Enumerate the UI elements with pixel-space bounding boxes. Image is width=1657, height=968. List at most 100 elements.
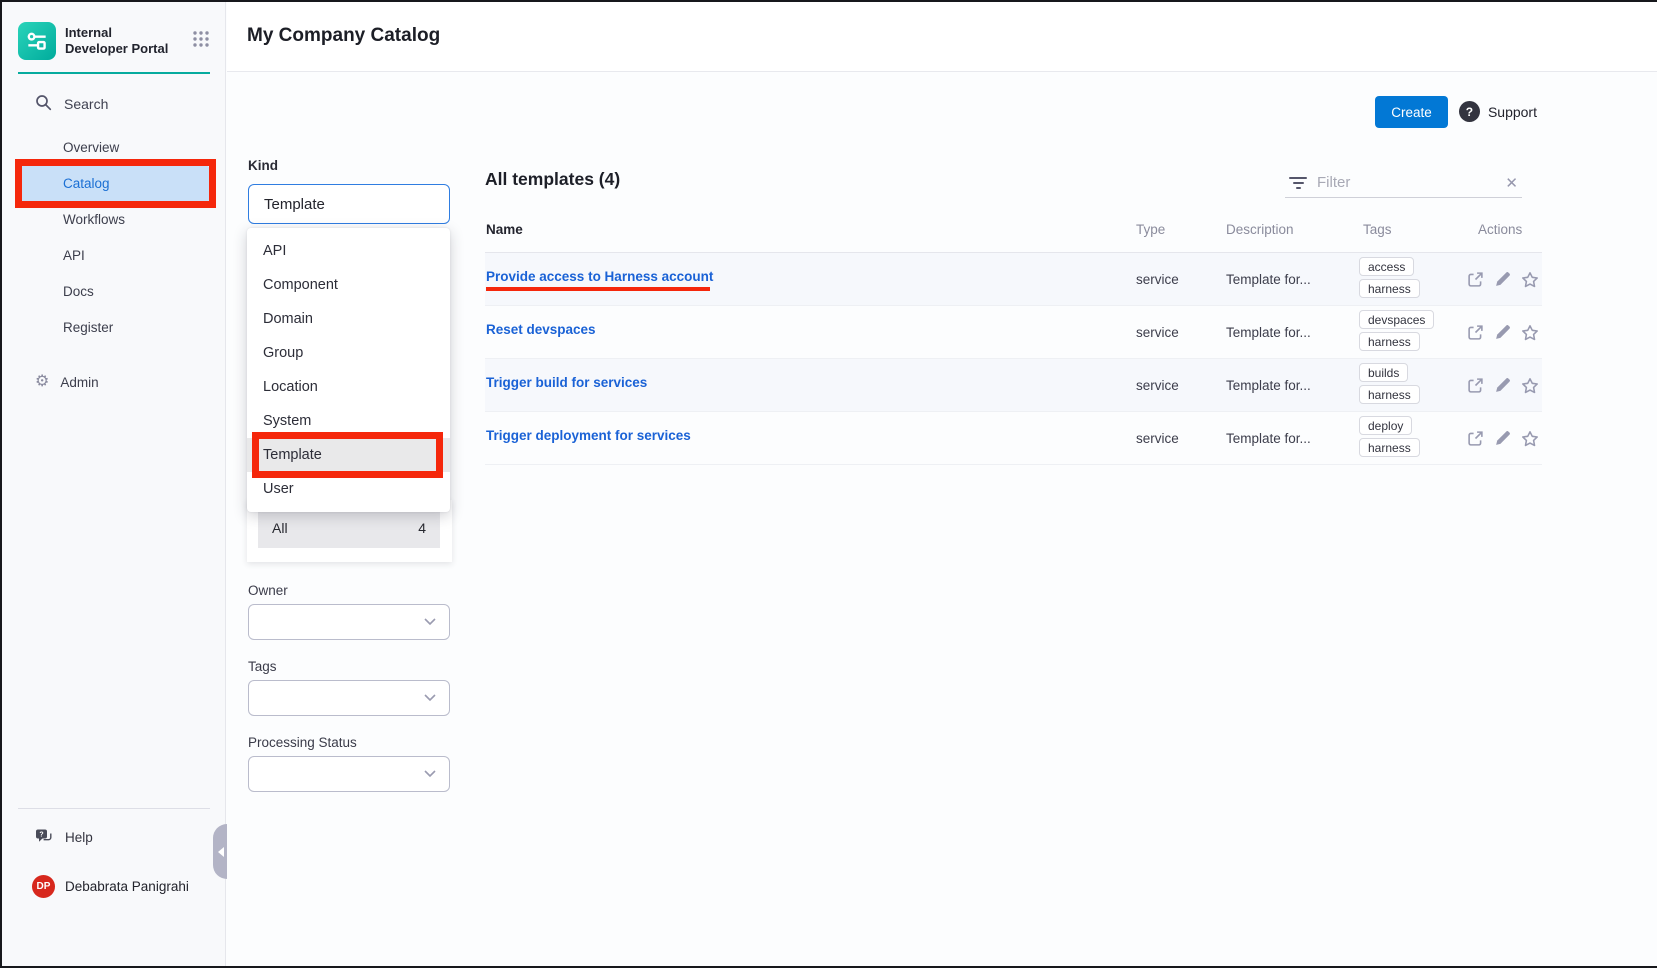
- create-button[interactable]: Create: [1375, 96, 1448, 128]
- chevron-down-icon: [424, 770, 436, 778]
- all-count: 4: [418, 520, 426, 536]
- tags-cell: devspaces harness: [1359, 310, 1434, 351]
- kind-option-domain[interactable]: Domain: [247, 302, 450, 336]
- filter-icon: [1289, 177, 1307, 189]
- filter-input[interactable]: [1317, 174, 1487, 191]
- tag-chip: harness: [1359, 385, 1420, 404]
- sidebar-nav: OverviewCatalogWorkflowsAPIDocsRegister: [2, 130, 226, 346]
- actions-cell: [1467, 271, 1539, 289]
- help-label: Help: [65, 830, 93, 845]
- star-icon[interactable]: [1521, 377, 1539, 395]
- sidebar-search[interactable]: Search: [35, 94, 108, 114]
- sidebar-item-docs[interactable]: Docs: [2, 274, 226, 310]
- owner-select[interactable]: [248, 604, 450, 640]
- description-cell: Template for...: [1226, 325, 1311, 340]
- column-header-type: Type: [1136, 222, 1165, 237]
- chevron-down-icon: [424, 694, 436, 702]
- support-label: Support: [1488, 104, 1537, 120]
- kind-option-template[interactable]: Template: [247, 438, 450, 472]
- question-circle-icon: ?: [1459, 101, 1480, 122]
- edit-icon[interactable]: [1494, 271, 1511, 289]
- kind-option-system[interactable]: System: [247, 404, 450, 438]
- edit-icon[interactable]: [1494, 430, 1511, 448]
- svg-text:?: ?: [39, 832, 43, 839]
- description-cell: Template for...: [1226, 272, 1311, 287]
- all-label: All: [272, 520, 288, 536]
- template-link[interactable]: Trigger deployment for services: [486, 428, 691, 443]
- user-name: Debabrata Panigrahi: [65, 879, 189, 894]
- table-header-row: NameTypeDescriptionTagsActions: [485, 222, 1542, 252]
- type-cell: service: [1136, 431, 1179, 446]
- open-in-new-icon[interactable]: [1467, 377, 1484, 395]
- tags-cell: builds harness: [1359, 363, 1420, 404]
- kind-option-api[interactable]: API: [247, 234, 450, 268]
- table-filter[interactable]: ✕: [1285, 168, 1522, 198]
- star-icon[interactable]: [1521, 324, 1539, 342]
- tag-chip: harness: [1359, 438, 1420, 457]
- open-in-new-icon[interactable]: [1467, 324, 1484, 342]
- type-cell: service: [1136, 272, 1179, 287]
- table-row: Reset devspacesserviceTemplate for...dev…: [485, 306, 1542, 359]
- clear-filter-icon[interactable]: ✕: [1501, 174, 1522, 192]
- sidebar-item-workflows[interactable]: Workflows: [2, 202, 226, 238]
- actions-cell: [1467, 324, 1539, 342]
- help-button[interactable]: ? Help: [35, 828, 93, 847]
- edit-icon[interactable]: [1494, 324, 1511, 342]
- brand-divider: [18, 72, 210, 74]
- tags-cell: accessharness: [1359, 257, 1420, 298]
- kind-option-location[interactable]: Location: [247, 370, 450, 404]
- kind-label: Kind: [248, 158, 278, 173]
- brand: Internal Developer Portal: [18, 22, 210, 60]
- table-row: Provide access to Harness account service…: [485, 253, 1542, 306]
- sidebar-item-admin[interactable]: ⚙ Admin: [35, 374, 99, 390]
- tag-chip: deploy: [1359, 416, 1412, 435]
- template-link[interactable]: Reset devspaces: [486, 322, 596, 337]
- table-row: Trigger deployment for services service Te…: [485, 412, 1542, 465]
- open-in-new-icon[interactable]: [1467, 430, 1484, 448]
- column-header-tags: Tags: [1363, 222, 1392, 237]
- tag-chip: access: [1359, 257, 1414, 276]
- kind-select[interactable]: Template: [248, 184, 450, 224]
- app-switcher-icon[interactable]: [192, 30, 210, 53]
- app-logo-icon: [18, 22, 56, 60]
- star-icon[interactable]: [1521, 430, 1539, 448]
- tag-chip: devspaces: [1359, 310, 1434, 329]
- page-title: My Company Catalog: [247, 25, 440, 47]
- avatar: DP: [32, 875, 55, 898]
- sidebar-item-overview[interactable]: Overview: [2, 130, 226, 166]
- kind-option-user[interactable]: User: [247, 472, 450, 506]
- tags-label: Tags: [248, 659, 277, 674]
- processing-status-label: Processing Status: [248, 735, 357, 750]
- description-cell: Template for...: [1226, 431, 1311, 446]
- template-link[interactable]: Trigger build for services: [486, 375, 647, 390]
- template-link[interactable]: Provide access to Harness account: [486, 269, 713, 284]
- sidebar-item-register[interactable]: Register: [2, 310, 226, 346]
- edit-icon[interactable]: [1494, 377, 1511, 395]
- open-in-new-icon[interactable]: [1467, 271, 1484, 289]
- search-label: Search: [64, 96, 108, 112]
- action-strip: Create ? Support: [227, 92, 1657, 136]
- search-icon: [35, 94, 52, 114]
- sidebar-item-api[interactable]: API: [2, 238, 226, 274]
- processing-status-select[interactable]: [248, 756, 450, 792]
- sidebar-item-catalog[interactable]: Catalog: [19, 166, 209, 202]
- kind-option-group[interactable]: Group: [247, 336, 450, 370]
- user-menu[interactable]: DP Debabrata Panigrahi: [32, 875, 189, 898]
- sidebar: Internal Developer Portal Searc: [2, 2, 226, 966]
- chevron-left-icon: [218, 847, 224, 857]
- admin-label: Admin: [60, 375, 98, 390]
- brand-title: Internal Developer Portal: [65, 25, 175, 57]
- kind-dropdown-menu: APIComponentDomainGroupLocationSystemTem…: [247, 228, 450, 512]
- table-title: All templates (4): [485, 169, 620, 190]
- support-button[interactable]: ? Support: [1459, 101, 1537, 122]
- column-header-description: Description: [1226, 222, 1294, 237]
- tag-chip: builds: [1359, 363, 1408, 382]
- sidebar-collapse-handle[interactable]: [213, 824, 227, 879]
- kind-option-component[interactable]: Component: [247, 268, 450, 302]
- table-row: Trigger build for servicesserviceTemplat…: [485, 359, 1542, 412]
- description-cell: Template for...: [1226, 378, 1311, 393]
- kind-filter-all-row[interactable]: All 4: [258, 507, 440, 548]
- tags-select[interactable]: [248, 680, 450, 716]
- star-icon[interactable]: [1521, 271, 1539, 289]
- tag-chip: harness: [1359, 332, 1420, 351]
